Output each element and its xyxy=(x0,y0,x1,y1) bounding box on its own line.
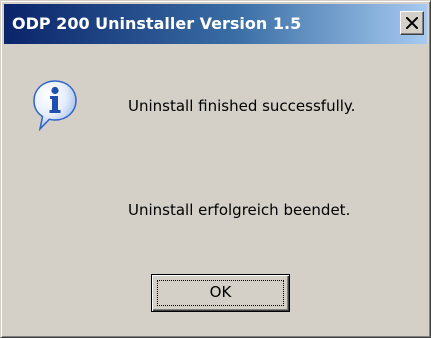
message-english: Uninstall finished successfully. xyxy=(128,97,356,115)
message-german: Uninstall erfolgreich beendet. xyxy=(128,201,351,219)
uninstaller-dialog: ODP 200 Uninstaller Version 1.5 Uninstal… xyxy=(0,0,431,338)
window-title: ODP 200 Uninstaller Version 1.5 xyxy=(12,14,302,33)
ok-button[interactable]: OK xyxy=(151,274,290,312)
info-icon xyxy=(31,79,79,132)
title-bar[interactable]: ODP 200 Uninstaller Version 1.5 xyxy=(4,4,427,44)
ok-button-label: OK xyxy=(209,283,232,301)
close-icon xyxy=(406,17,418,29)
close-button[interactable] xyxy=(400,11,424,35)
